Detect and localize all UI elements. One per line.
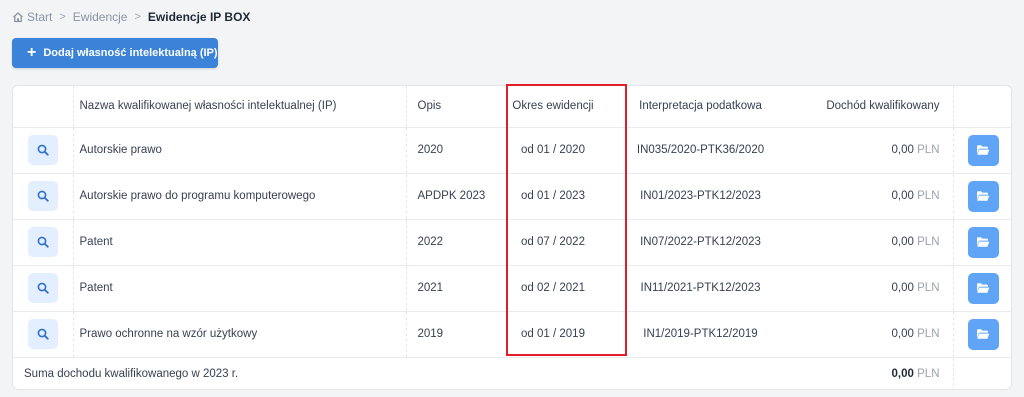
currency-label: PLN: [917, 368, 940, 381]
breadcrumb: Start > Ewidencje > Ewidencje IP BOX: [12, 9, 250, 25]
dochod-value: 0,00: [891, 282, 914, 294]
table-row: Patent 2021 od 02 / 2021 IN11/2021-PTK12…: [13, 265, 1011, 312]
search-icon[interactable]: [27, 319, 58, 349]
cell-dochod: 0,00 PLN: [793, 311, 954, 358]
currency-label: PLN: [917, 282, 940, 294]
search-icon[interactable]: [27, 181, 58, 211]
cell-opis: 2022: [406, 219, 498, 266]
header-dochod: Dochód kwalifikowany: [793, 86, 954, 128]
table-row: Autorskie prawo 2020 od 01 / 2020 IN035/…: [13, 127, 1011, 174]
plus-icon: +: [27, 44, 37, 61]
chevron-right-icon: >: [59, 11, 66, 23]
dochod-value: 0,00: [891, 144, 914, 156]
cell-name: Prawo ochronne na wzór użytkowy: [73, 311, 407, 358]
table-footer-row: Suma dochodu kwalifikowanego w 2023 r. 0…: [13, 357, 1011, 389]
cell-opis: APDPK 2023: [406, 173, 498, 220]
header-opis: Opis: [406, 86, 498, 128]
cell-interpretacja: IN035/2020-PTK36/2020: [608, 127, 793, 174]
breadcrumb-link-start[interactable]: Start: [27, 10, 52, 24]
breadcrumb-link-ewidencje[interactable]: Ewidencje: [73, 10, 128, 24]
cell-opis: 2019: [406, 311, 498, 358]
table-header-row: Nazwa kwalifikowanej własności intelektu…: [13, 86, 1011, 128]
chevron-right-icon: >: [134, 11, 141, 23]
table-row: Prawo ochronne na wzór użytkowy 2019 od …: [13, 311, 1011, 358]
dochod-value: 0,00: [891, 190, 914, 202]
header-folder: [953, 86, 1011, 128]
cell-name: Autorskie prawo do programu komputeroweg…: [73, 173, 407, 220]
search-icon[interactable]: [27, 227, 58, 257]
add-ip-button[interactable]: + Dodaj własność intelektualną (IP): [12, 38, 218, 68]
table-row: Autorskie prawo do programu komputeroweg…: [13, 173, 1011, 220]
header-okres: Okres ewidencji: [498, 86, 608, 128]
currency-label: PLN: [917, 144, 940, 156]
cell-dochod: 0,00 PLN: [793, 173, 954, 220]
header-name: Nazwa kwalifikowanej własności intelektu…: [73, 86, 407, 128]
search-icon[interactable]: [27, 135, 58, 165]
folder-open-icon[interactable]: [967, 318, 999, 350]
cell-opis: 2020: [406, 127, 498, 174]
cell-okres: od 07 / 2022: [498, 219, 608, 266]
cell-interpretacja: IN07/2022-PTK12/2023: [608, 219, 793, 266]
sum-value: 0,00: [891, 368, 914, 381]
cell-name: Patent: [73, 265, 407, 312]
cell-name: Patent: [73, 219, 407, 266]
folder-open-icon[interactable]: [967, 226, 999, 258]
sum-label: Suma dochodu kwalifikowanego w 2023 r.: [24, 368, 239, 381]
cell-okres: od 01 / 2023: [498, 173, 608, 220]
sum-value-cell: 0,00 PLN: [793, 357, 954, 389]
add-ip-button-label: Dodaj własność intelektualną (IP): [43, 47, 218, 59]
folder-open-icon[interactable]: [967, 134, 999, 166]
cell-interpretacja: IN1/2019-PTK12/2019: [608, 311, 793, 358]
cell-dochod: 0,00 PLN: [793, 219, 954, 266]
cell-interpretacja: IN11/2021-PTK12/2023: [608, 265, 793, 312]
currency-label: PLN: [917, 328, 940, 340]
cell-name: Autorskie prawo: [73, 127, 407, 174]
currency-label: PLN: [917, 236, 940, 248]
cell-opis: 2021: [406, 265, 498, 312]
header-actions: [13, 86, 74, 128]
home-icon[interactable]: [12, 11, 24, 23]
search-icon[interactable]: [27, 273, 58, 303]
cell-interpretacja: IN01/2023-PTK12/2023: [608, 173, 793, 220]
cell-okres: od 01 / 2019: [498, 311, 608, 358]
breadcrumb-current: Ewidencje IP BOX: [147, 10, 251, 24]
table-row: Patent 2022 od 07 / 2022 IN07/2022-PTK12…: [13, 219, 1011, 266]
folder-open-icon[interactable]: [967, 272, 999, 304]
dochod-value: 0,00: [891, 328, 914, 340]
cell-okres: od 01 / 2020: [498, 127, 608, 174]
cell-okres: od 02 / 2021: [498, 265, 608, 312]
cell-dochod: 0,00 PLN: [793, 265, 954, 312]
header-interpretacja: Interpretacja podatkowa: [608, 86, 793, 128]
ip-records-table-card: Nazwa kwalifikowanej własności intelektu…: [12, 85, 1012, 390]
cell-dochod: 0,00 PLN: [793, 127, 954, 174]
dochod-value: 0,00: [891, 236, 914, 248]
ip-records-table: Nazwa kwalifikowanej własności intelektu…: [13, 86, 1011, 389]
folder-open-icon[interactable]: [967, 180, 999, 212]
currency-label: PLN: [917, 190, 940, 202]
